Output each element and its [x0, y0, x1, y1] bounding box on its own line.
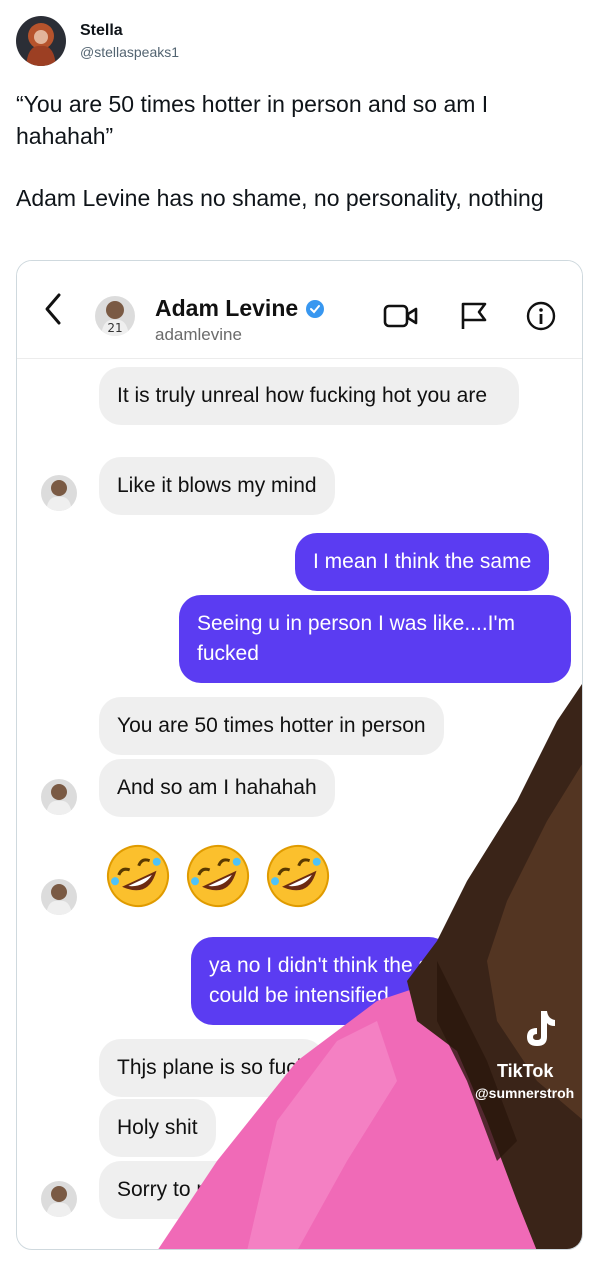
tweet-text: “You are 50 times hotter in person and s… — [16, 88, 576, 214]
tiktok-username: @sumnerstroh — [475, 1085, 575, 1101]
author-name[interactable]: Stella — [80, 22, 123, 40]
attached-image[interactable]: 21 Adam Levine adamlevine It is truly un… — [16, 260, 583, 1250]
tiktok-brand: TikTok — [497, 1061, 554, 1081]
tweet-text-line-2: Adam Levine has no shame, no personality… — [16, 185, 544, 211]
person-overlay — [158, 683, 582, 1249]
author-avatar[interactable] — [16, 16, 66, 66]
dm-screenshot: 21 Adam Levine adamlevine It is truly un… — [17, 261, 582, 1249]
author-handle[interactable]: @stellaspeaks1 — [80, 44, 179, 60]
tiktok-logo-icon — [527, 1011, 555, 1046]
tweet-text-line-1: “You are 50 times hotter in person and s… — [16, 91, 489, 149]
